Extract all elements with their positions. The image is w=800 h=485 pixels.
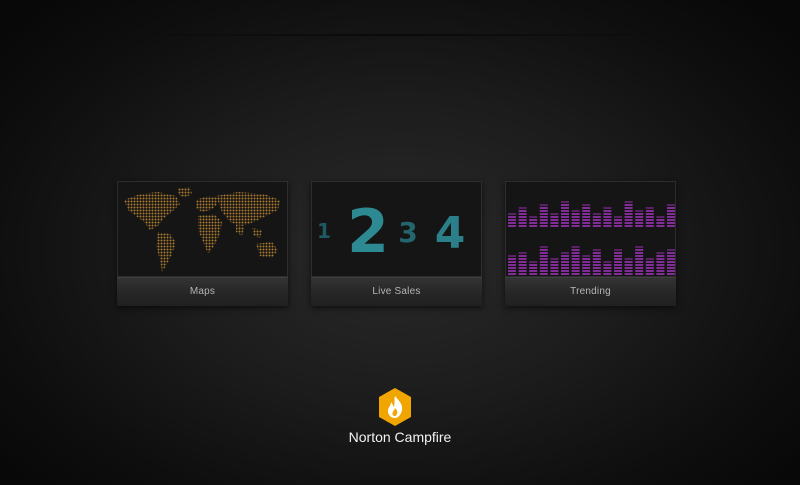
- tile-trending[interactable]: Trending: [505, 181, 676, 306]
- tile-label-bar: Trending: [505, 277, 676, 306]
- tile-maps[interactable]: Maps: [117, 181, 288, 306]
- launcher-screen: Maps 1 2 3 4 Live Sales Trending Norton …: [0, 0, 800, 485]
- equalizer-icon: [506, 182, 675, 276]
- tile-live-sales[interactable]: 1 2 3 4 Live Sales: [311, 181, 482, 306]
- live-sales-thumbnail: 1 2 3 4: [311, 181, 482, 277]
- campfire-flame-icon: [379, 388, 411, 426]
- digit-3: 3: [398, 216, 417, 249]
- app-tiles: Maps 1 2 3 4 Live Sales Trending: [117, 181, 677, 307]
- brand-name: Norton Campfire: [348, 429, 452, 445]
- tile-label-live-sales: Live Sales: [372, 286, 421, 297]
- tile-label-bar: Maps: [117, 277, 288, 306]
- world-map-icon: [118, 182, 287, 276]
- digit-2: 2: [347, 197, 389, 267]
- tile-label-trending: Trending: [570, 286, 611, 297]
- tile-label-bar: Live Sales: [311, 277, 482, 306]
- brand-block: Norton Campfire: [330, 387, 470, 457]
- tile-label-maps: Maps: [189, 286, 216, 297]
- maps-thumbnail: [117, 181, 288, 277]
- digits-icon: 1 2 3 4: [312, 182, 481, 276]
- digit-4: 4: [435, 208, 466, 259]
- trending-thumbnail: [505, 181, 676, 277]
- top-divider: [110, 34, 690, 36]
- digit-1: 1: [317, 219, 331, 243]
